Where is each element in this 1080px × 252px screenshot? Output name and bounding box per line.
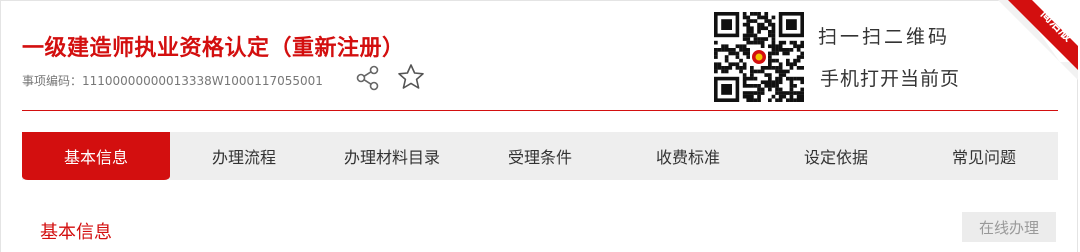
header-divider xyxy=(22,110,1058,111)
tab-basis[interactable]: 设定依据 xyxy=(762,132,910,180)
section-title: 基本信息 xyxy=(40,222,112,243)
qr-caption-scan: 扫一扫二维码 xyxy=(818,26,951,48)
tab-bar: 基本信息 办理流程 办理材料目录 受理条件 收费标准 设定依据 常见问题 xyxy=(22,132,1058,180)
item-code: 事项编码：11100000000013338W1000117055001 xyxy=(22,74,323,88)
tab-process[interactable]: 办理流程 xyxy=(170,132,318,180)
share-icon[interactable] xyxy=(354,64,382,92)
page-title: 一级建造师执业资格认定（重新注册） xyxy=(22,36,405,61)
tab-conditions[interactable]: 受理条件 xyxy=(466,132,614,180)
qr-code xyxy=(714,12,804,102)
star-icon[interactable] xyxy=(396,62,426,92)
simple-version-badge[interactable]: GO 简洁版 xyxy=(998,0,1078,80)
tab-basic-info[interactable]: 基本信息 xyxy=(22,132,170,180)
tab-materials[interactable]: 办理材料目录 xyxy=(318,132,466,180)
qr-caption-open: 手机打开当前页 xyxy=(820,68,961,90)
tab-fees[interactable]: 收费标准 xyxy=(614,132,762,180)
tab-faq[interactable]: 常见问题 xyxy=(910,132,1058,180)
online-apply-button[interactable]: 在线办理 xyxy=(962,212,1056,242)
